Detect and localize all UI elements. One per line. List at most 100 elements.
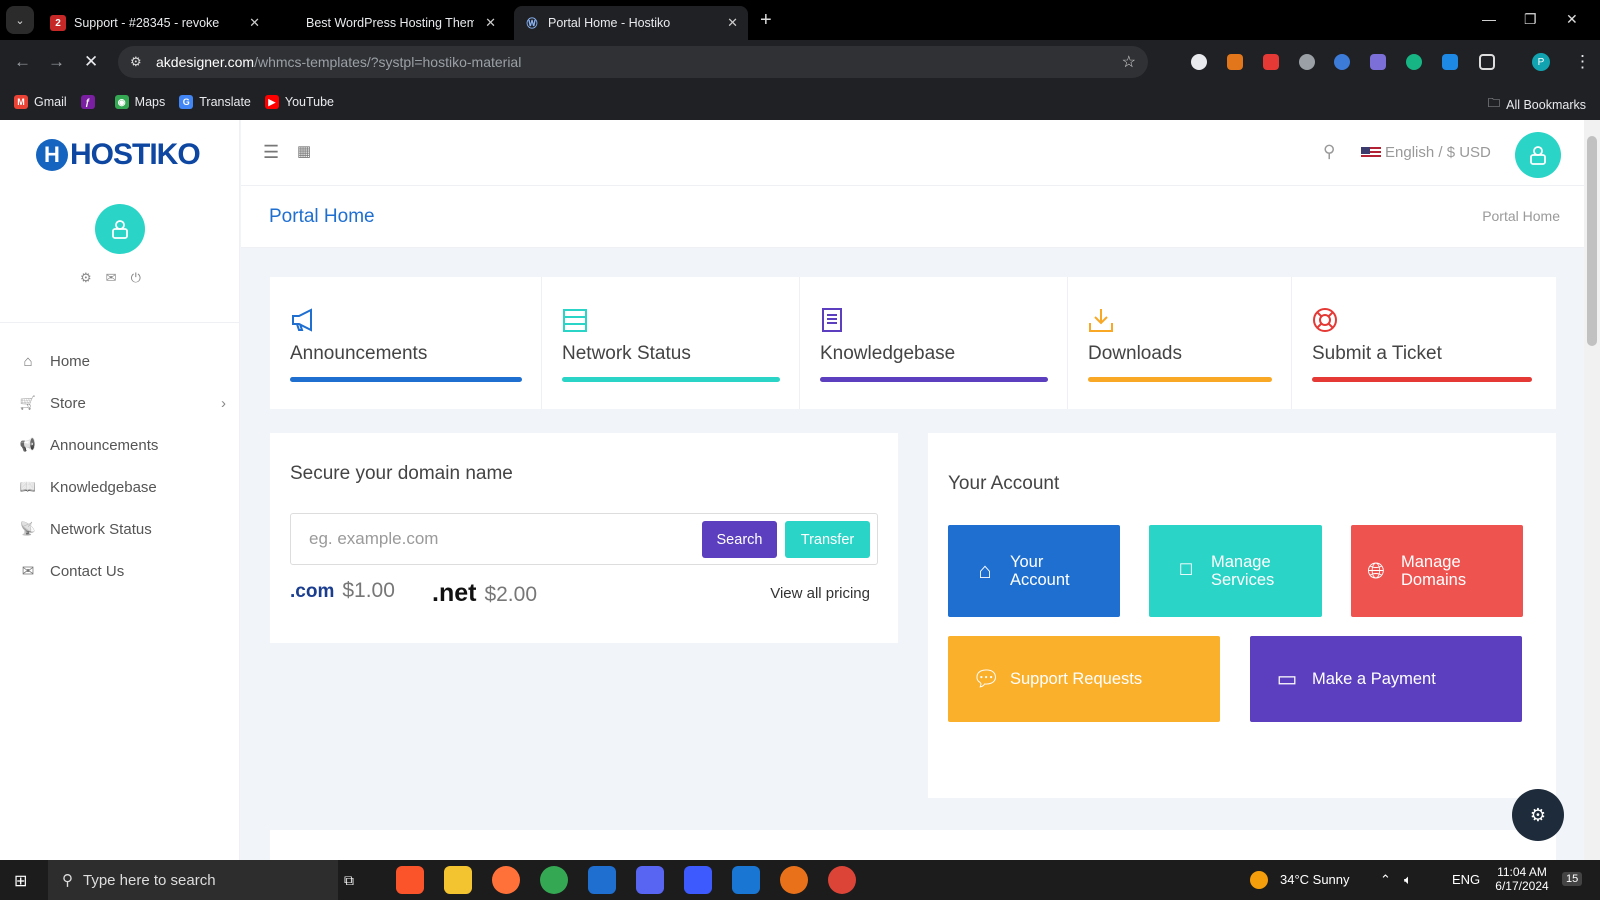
gear-icon[interactable]: ⚙ [80, 270, 92, 286]
firefox-icon[interactable] [492, 866, 520, 894]
chrome-icon[interactable] [828, 866, 856, 894]
hostiko-logo[interactable]: H HOSTIKO [36, 138, 201, 172]
extension-icon[interactable] [1334, 54, 1350, 70]
power-icon[interactable]: ⏻ [131, 270, 141, 286]
domain-search-input[interactable] [291, 514, 691, 564]
quick-link-submit-ticket[interactable]: Submit a Ticket [1292, 277, 1556, 409]
tab-title: Portal Home - Hostiko [548, 16, 671, 30]
extension-icon[interactable] [1370, 54, 1386, 70]
sidebar-item-store[interactable]: 🛒 Store › [0, 382, 240, 424]
browser-menu-icon[interactable]: ⋮ [1574, 52, 1591, 72]
metamask-extension-icon[interactable] [1227, 54, 1243, 70]
extension-icon[interactable] [1442, 54, 1458, 70]
sidebar-item-knowledgebase[interactable]: 📖 Knowledgebase [0, 466, 240, 508]
view-all-pricing-link[interactable]: View all pricing [770, 585, 870, 602]
close-icon[interactable]: ✕ [249, 15, 260, 31]
scrollbar-thumb[interactable] [1587, 136, 1597, 346]
close-window-button[interactable]: ✕ [1566, 11, 1578, 28]
sidebar: H HOSTIKO ⚙ ✉ ⏻ ⌂ Home 🛒 Store › 📢 Announcem… [0, 120, 240, 860]
file-explorer-icon[interactable] [444, 866, 472, 894]
bookmark-maps[interactable]: ◉ Maps [114, 95, 165, 109]
gmail-icon: M [14, 95, 28, 109]
chevron-right-icon: › [221, 394, 226, 412]
all-bookmarks-button[interactable]: 🗀 All Bookmarks [1488, 94, 1586, 115]
bookmark-gmail[interactable]: M Gmail [14, 95, 67, 109]
tab-wordpress[interactable]: Best WordPress Hosting Theme ✕ [292, 6, 506, 40]
your-account-button[interactable]: ⌂ Your Account [948, 525, 1120, 617]
divider [0, 322, 240, 323]
user-account-button[interactable] [1515, 132, 1561, 178]
tab-support[interactable]: 2 Support - #28345 - revoke ✕ [40, 6, 270, 40]
minimize-button[interactable]: — [1482, 11, 1496, 27]
task-view-icon[interactable]: ⧉ [344, 872, 354, 889]
page-scrollbar[interactable] [1584, 120, 1600, 860]
clock[interactable]: 11:04 AM 6/17/2024 [1492, 865, 1552, 893]
forward-button[interactable]: → [48, 52, 65, 72]
close-icon[interactable]: ✕ [485, 15, 496, 31]
restore-button[interactable]: ❐ [1524, 11, 1537, 28]
app-icon[interactable] [684, 866, 712, 894]
search-icon[interactable]: ⚲ [1323, 142, 1335, 162]
tld-com: .com $1.00 [290, 579, 395, 603]
bookmark-unnamed[interactable]: ƒ [80, 95, 101, 109]
language-currency-selector[interactable]: English / $ USD [1361, 144, 1491, 161]
close-icon[interactable]: ✕ [727, 15, 738, 31]
app-icon[interactable] [732, 866, 760, 894]
bookmark-star-icon[interactable]: ☆ [1122, 52, 1136, 72]
tab-portal-home[interactable]: Ⓦ Portal Home - Hostiko ✕ [514, 6, 748, 40]
accent-bar [290, 377, 522, 382]
site-info-icon[interactable]: ⚙ [130, 54, 142, 70]
quick-link-label: Submit a Ticket [1312, 343, 1442, 364]
bookmark-youtube[interactable]: ▶ YouTube [264, 95, 334, 109]
tab-search-button[interactable]: ⌄ [6, 6, 34, 34]
volume-icon[interactable]: 🔈︎ [1404, 872, 1412, 888]
app-icon[interactable] [780, 866, 808, 894]
hamburger-menu-icon[interactable]: ☰ [263, 142, 279, 163]
windows-start-icon[interactable]: ⊞ [14, 871, 27, 891]
stop-loading-button[interactable]: ✕ [84, 52, 98, 72]
back-button[interactable]: ← [14, 52, 31, 72]
quick-link-downloads[interactable]: Downloads [1068, 277, 1292, 409]
mail-icon[interactable]: ✉ [106, 270, 117, 286]
weather-text[interactable]: 34°C Sunny [1280, 872, 1350, 887]
discord-icon[interactable] [636, 866, 664, 894]
quick-link-knowledgebase[interactable]: Knowledgebase [800, 277, 1068, 409]
manage-services-button[interactable]: ☐ Manage Services [1149, 525, 1322, 617]
support-requests-button[interactable]: 💬︎ Support Requests [948, 636, 1220, 722]
next-section-panel [270, 830, 1556, 860]
sidebar-avatar[interactable] [95, 204, 145, 254]
puzzle-extensions-icon[interactable] [1479, 54, 1495, 70]
notifications-badge[interactable]: 15 [1562, 872, 1583, 886]
sidebar-item-home[interactable]: ⌂ Home [0, 340, 240, 382]
new-tab-button[interactable]: + [760, 9, 772, 32]
grid-apps-icon[interactable]: ▦ [297, 142, 311, 160]
extension-icon[interactable] [1263, 54, 1279, 70]
domain-search-button[interactable]: Search [702, 521, 777, 558]
app-icon[interactable] [588, 866, 616, 894]
home-icon: ⌂ [978, 558, 992, 583]
quick-link-network-status[interactable]: Network Status [542, 277, 800, 409]
make-payment-button[interactable]: ▭ Make a Payment [1250, 636, 1522, 722]
sidebar-item-contact-us[interactable]: ✉ Contact Us [0, 550, 240, 592]
address-bar[interactable]: ⚙ akdesigner.com/whmcs-templates/?systpl… [118, 46, 1148, 78]
tld-price: $2.00 [484, 583, 538, 606]
extension-icon[interactable] [1191, 54, 1207, 70]
sidebar-item-network-status[interactable]: 📡 Network Status [0, 508, 240, 550]
domain-search-box: Search Transfer [290, 513, 878, 565]
language-indicator[interactable]: ENG [1452, 872, 1480, 887]
quick-link-announcements[interactable]: Announcements [270, 277, 542, 409]
tray-chevron-icon[interactable]: ⌃ [1380, 872, 1391, 888]
chrome-icon[interactable] [540, 866, 568, 894]
taskbar-search[interactable]: ⚲ Type here to search [48, 860, 338, 900]
quick-link-label: Announcements [290, 343, 428, 364]
manage-domains-button[interactable]: 🌐︎ Manage Domains [1351, 525, 1523, 617]
extension-icon[interactable] [1406, 54, 1422, 70]
accent-bar [1088, 377, 1272, 382]
profile-avatar[interactable]: P [1532, 53, 1550, 71]
settings-fab-gear-icon[interactable]: ⚙ [1512, 789, 1564, 841]
sidebar-item-announcements[interactable]: 📢 Announcements [0, 424, 240, 466]
shield-extension-icon[interactable] [1299, 54, 1315, 70]
brave-icon[interactable] [396, 866, 424, 894]
bookmark-translate[interactable]: G Translate [179, 95, 251, 109]
domain-transfer-button[interactable]: Transfer [785, 521, 870, 558]
